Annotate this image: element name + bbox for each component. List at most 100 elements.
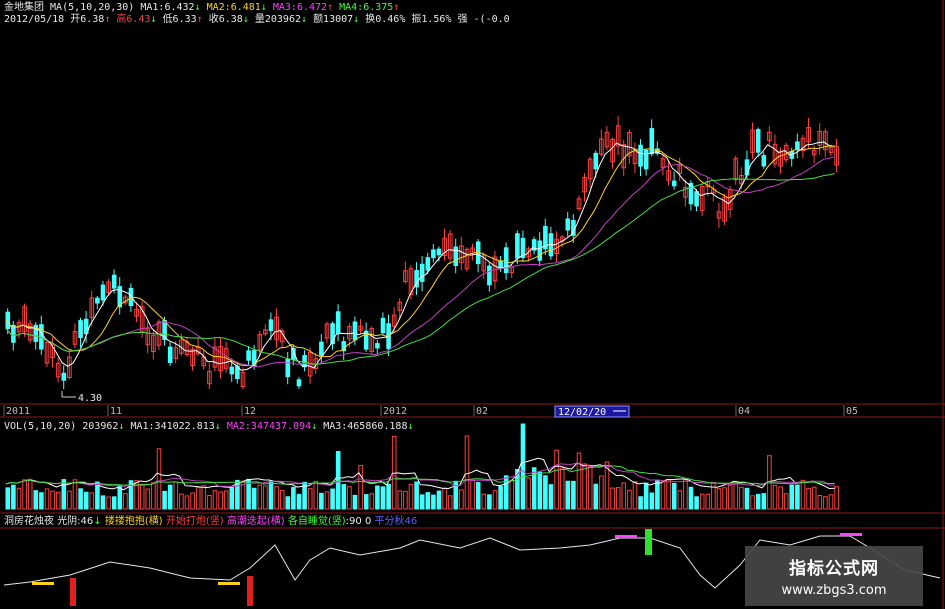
volume-bar [324, 491, 330, 510]
candle-body [296, 379, 302, 387]
volume-bar [627, 489, 632, 510]
candle-body [246, 350, 251, 361]
candle-body [755, 129, 761, 153]
volume-bar [593, 483, 599, 510]
volume-bar [795, 484, 800, 510]
volume-bar [705, 493, 711, 510]
volume-bar [722, 487, 727, 510]
candle-body [453, 246, 459, 266]
volume-bar [111, 496, 117, 510]
volume-bar [811, 486, 817, 510]
candle-body [100, 284, 106, 301]
volume-bar [727, 484, 733, 510]
volume-bar [666, 479, 671, 510]
candle-body [285, 358, 291, 378]
volume-bar [800, 479, 806, 510]
volume-bar [587, 466, 593, 510]
volume-bar [492, 490, 498, 510]
volume-bar [431, 494, 436, 510]
volume-bar [408, 483, 414, 510]
volume-bar [347, 486, 352, 510]
volume-bar [778, 486, 783, 510]
volume-bar [55, 491, 61, 510]
volume-bar [78, 488, 83, 510]
indicator-header: 洞房花烛夜 光阴:46↓ 搂搂抱抱(横) 开始打炮(竖) 高潮迭起(横) 各自睡… [4, 516, 417, 528]
volume-bar [380, 486, 386, 510]
volume-bar [218, 491, 223, 510]
volume-bar [755, 493, 761, 510]
volume-bar [537, 471, 543, 510]
candle-body [795, 141, 800, 150]
candle-body [111, 274, 117, 289]
volume-bar [268, 480, 274, 510]
price-ma3-line [5, 156, 835, 368]
indicator-item5: 平分秋 [374, 516, 405, 527]
volume-bar [274, 486, 279, 510]
volume-bar [419, 494, 425, 510]
volume-bar [100, 495, 106, 510]
candle-body [537, 240, 543, 261]
volume-bar [363, 494, 369, 510]
candle-body [498, 260, 503, 269]
watermark: 指标公式网 www.zbgs3.com [745, 546, 923, 606]
vol-param: VOL(5,10,20) [4, 421, 77, 432]
volume-bar [459, 489, 464, 510]
volume-bar [156, 448, 162, 510]
volume-bar [571, 480, 576, 510]
candle-body [565, 218, 571, 231]
cursor-date-label: 12/02/20 [558, 407, 606, 418]
indicator-item4-value: :90 [345, 516, 362, 527]
volume-bar [50, 490, 55, 510]
candle-body [638, 144, 643, 167]
axis-label-12: 12 [244, 406, 256, 417]
volume-bar [369, 493, 375, 510]
volume-bar [498, 485, 503, 510]
indicator-light: 光阴:46 [57, 516, 94, 527]
indicator-item3: 高潮迭起(横) [226, 516, 285, 527]
volume-bar [610, 487, 615, 510]
volume-bar [106, 496, 111, 510]
volume-bar [375, 485, 380, 510]
signal-red-bar [70, 578, 76, 606]
axis-label-04: 04 [738, 406, 750, 417]
signal-horizontal-mark [840, 533, 862, 536]
volume-bar [296, 493, 302, 510]
volume-bar [649, 492, 655, 510]
volume-bar [44, 488, 50, 510]
candle-body [487, 265, 492, 286]
volume-bar [313, 480, 319, 510]
volume-bar [162, 490, 167, 510]
volume-bar [223, 490, 229, 510]
volume-bar [688, 486, 694, 510]
vol-value: 203962 [82, 421, 119, 432]
volume-bar [89, 492, 95, 510]
volume-bar [358, 464, 363, 510]
volume-bar [470, 479, 475, 510]
axis-label-05: 05 [846, 406, 858, 417]
volume-bar [694, 496, 699, 510]
volume-bar [95, 481, 100, 510]
volume-bar [167, 484, 173, 510]
vol-ma1: MA1:341022.813 [130, 421, 215, 432]
volume-bar [699, 493, 705, 510]
volume-bar [235, 479, 240, 510]
volume-bar [823, 496, 828, 510]
candle-body [761, 155, 767, 167]
volume-bar [660, 480, 666, 510]
volume-bar [397, 490, 403, 510]
candle-body [380, 317, 386, 334]
candle-body [375, 343, 380, 349]
volume-bar [772, 484, 778, 510]
volume-bar [487, 494, 492, 510]
volume-bar [291, 486, 296, 510]
indicator-item5-value: 46 [404, 516, 418, 527]
candle-body [78, 320, 83, 338]
volume-layer [5, 423, 839, 510]
volume-bar [733, 482, 739, 510]
volume-bar [425, 492, 431, 510]
vol-ma1-arrow-icon: ↓ [214, 421, 221, 432]
volume-header: VOL(5,10,20) 203962↓ MA1:341022.813↓ MA2… [4, 421, 414, 433]
volume-bar [195, 486, 201, 510]
volume-bar [403, 490, 408, 510]
volume-bar [526, 477, 531, 510]
